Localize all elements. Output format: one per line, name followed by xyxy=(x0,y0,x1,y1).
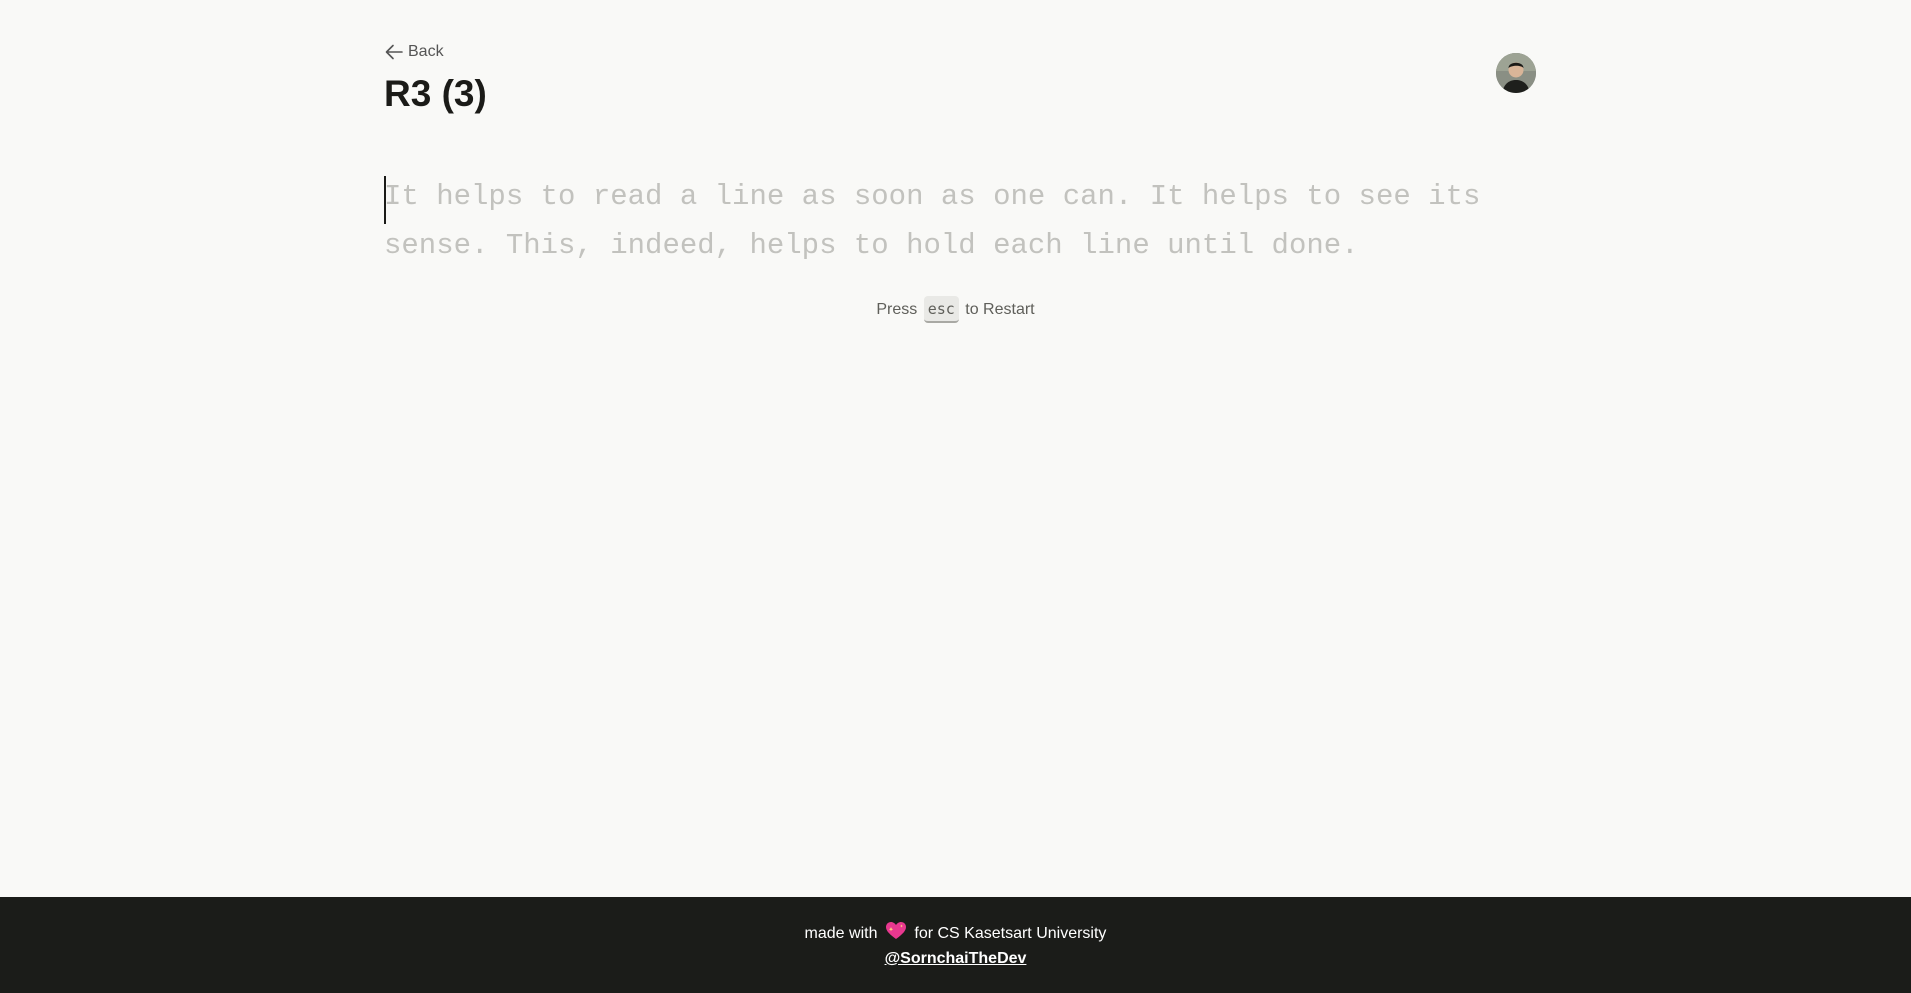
esc-key: esc xyxy=(923,296,959,323)
back-link[interactable]: Back xyxy=(384,40,444,64)
for-text: for CS Kasetsart University xyxy=(914,925,1107,942)
user-avatar[interactable] xyxy=(1496,53,1536,93)
back-label: Back xyxy=(408,43,444,60)
footer: made with for CS Kasetsart University @S… xyxy=(0,897,1911,993)
main-content: Back R3 (3) xyxy=(384,40,1536,116)
hint-prefix: Press xyxy=(876,301,918,318)
typing-text: It helps to read a line as soon as one c… xyxy=(384,180,1481,262)
page-title: R3 (3) xyxy=(384,73,487,114)
made-with-text: made with xyxy=(804,925,878,942)
text-caret xyxy=(384,176,386,224)
sparkling-heart-icon xyxy=(885,921,907,948)
arrow-left-icon xyxy=(384,43,404,61)
typing-page: Back R3 (3) It helps to read a line as s… xyxy=(0,0,1911,993)
author-link[interactable]: @SornchaiTheDev xyxy=(885,948,1027,970)
typing-area[interactable]: It helps to read a line as soon as one c… xyxy=(384,172,1536,270)
footer-credit: made with for CS Kasetsart University xyxy=(0,921,1911,948)
hint-suffix: to Restart xyxy=(965,301,1035,318)
restart-hint: Press esc to Restart xyxy=(0,296,1911,324)
